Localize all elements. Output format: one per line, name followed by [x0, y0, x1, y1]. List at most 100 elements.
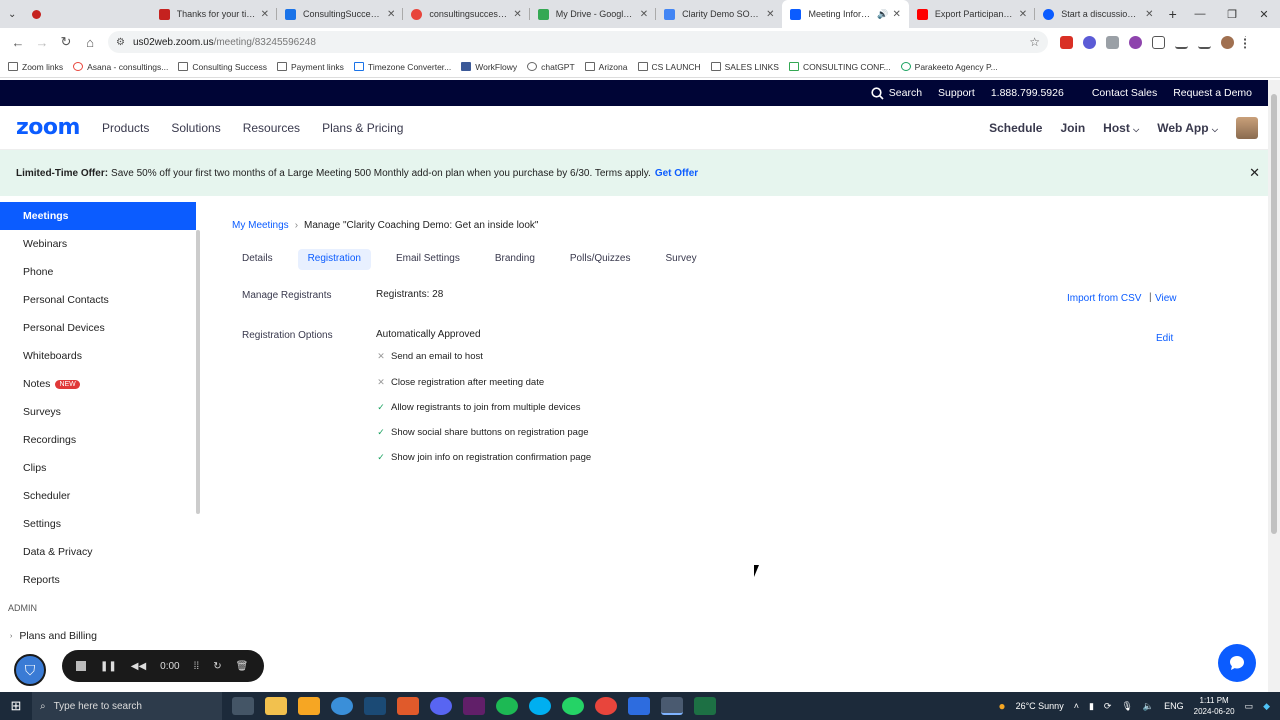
get-offer-link[interactable]: Get Offer [655, 168, 698, 179]
sidebar-item-clips[interactable]: Clips [0, 454, 196, 482]
import-csv-link[interactable]: Import from CSV [1067, 293, 1141, 304]
restart-icon[interactable]: ↻ [213, 661, 221, 672]
tab-registration[interactable]: Registration [297, 249, 371, 270]
browser-tab[interactable] [24, 0, 150, 28]
sidebar-item-settings[interactable]: Settings [0, 510, 196, 538]
skype-icon[interactable] [529, 697, 551, 715]
pause-icon[interactable]: ❚❚ [100, 661, 117, 672]
webapp-menu[interactable]: Web App ⌵ [1157, 121, 1218, 135]
sidebar-item-surveys[interactable]: Surveys [0, 398, 196, 426]
sidebar-item-personal-devices[interactable]: Personal Devices [0, 314, 196, 342]
host-menu[interactable]: Host ⌵ [1103, 121, 1139, 135]
close-icon[interactable]: ✕ [640, 9, 648, 20]
app-icon[interactable] [331, 697, 353, 715]
sync-icon[interactable]: ⟳ [1104, 701, 1112, 712]
close-icon[interactable]: ✕ [766, 9, 774, 20]
menu-kebab-icon[interactable] [1244, 35, 1248, 49]
tab-details[interactable]: Details [232, 249, 283, 270]
sidebar-scrollbar[interactable] [196, 230, 200, 514]
new-tab-button[interactable]: + [1162, 6, 1184, 22]
bookmark[interactable]: Zoom links [8, 62, 63, 72]
sidebar-item-notes[interactable]: Notes NEW [0, 370, 196, 398]
discord-icon[interactable] [430, 697, 452, 715]
file-explorer-icon[interactable] [265, 697, 287, 715]
close-icon[interactable]: ✕ [387, 9, 395, 20]
stop-icon[interactable] [76, 661, 86, 671]
sidebar-item-whiteboards[interactable]: Whiteboards [0, 342, 196, 370]
bookmark[interactable]: WorkFlowy [461, 62, 517, 72]
bookmark[interactable]: Arizona [584, 62, 628, 72]
app-tray-icon[interactable]: ◆ [1263, 701, 1270, 712]
sidebar-item-scheduler[interactable]: Scheduler [0, 482, 196, 510]
bookmark[interactable]: CS LAUNCH [637, 62, 701, 72]
browser-tab-drive[interactable]: My Drive - Google Drive ✕ [530, 0, 657, 28]
zoom-logo[interactable]: zoom [16, 115, 80, 140]
app-icon[interactable] [628, 697, 650, 715]
support-link[interactable]: Support [938, 87, 975, 99]
bookmark[interactable]: Timezone Converter... [353, 62, 451, 72]
close-window-icon[interactable]: ✕ [1248, 8, 1280, 21]
language-indicator[interactable]: ENG [1164, 701, 1184, 711]
slack-icon[interactable] [463, 697, 485, 715]
nav-resources[interactable]: Resources [243, 121, 300, 135]
schedule-link[interactable]: Schedule [989, 121, 1042, 135]
close-icon[interactable]: ✕ [892, 9, 900, 20]
pdf-extension-icon[interactable] [1060, 35, 1073, 49]
chrome-active-icon[interactable] [661, 697, 683, 715]
steam-icon[interactable] [364, 697, 386, 715]
phone-link[interactable]: 1.888.799.5926 [991, 87, 1064, 99]
tab-search-icon[interactable]: ⌄ [0, 0, 24, 28]
close-icon[interactable]: ✕ [261, 9, 269, 20]
taskbar-search[interactable]: ⌕ Type here to search [32, 692, 222, 720]
sidebar-item-reports[interactable]: Reports [0, 566, 196, 594]
shield-icon[interactable]: ⛉ [14, 654, 46, 686]
browser-tab-zoom-community[interactable]: Start a discussion - Zoo ✕ [1035, 0, 1161, 28]
app-icon[interactable] [397, 697, 419, 715]
site-info-icon[interactable]: ⚙ [116, 37, 125, 48]
minimize-icon[interactable]: — [1184, 8, 1216, 21]
join-link[interactable]: Join [1060, 121, 1085, 135]
bookmark[interactable]: chatGPT [527, 62, 575, 72]
browser-tab-meeting-info[interactable]: Meeting Information🔊 ✕ [782, 0, 909, 28]
sidebar-item-personal-contacts[interactable]: Personal Contacts [0, 286, 196, 314]
restore-icon[interactable]: ❐ [1216, 8, 1248, 21]
sidebar-item-meetings[interactable]: Meetings [0, 202, 196, 230]
bookmark[interactable]: CONSULTING CONF... [788, 62, 891, 72]
download-icon[interactable] [1198, 36, 1211, 49]
bookmark[interactable]: Parakeeto Agency P... [900, 62, 998, 72]
whatsapp-icon[interactable] [562, 697, 584, 715]
close-icon[interactable]: ✕ [513, 9, 521, 20]
nav-solutions[interactable]: Solutions [171, 121, 220, 135]
home-icon[interactable]: ⌂ [78, 35, 102, 50]
calculator-icon[interactable] [232, 697, 254, 715]
browser-tab-consulting[interactable]: ConsultingSuccess.com ✕ [277, 0, 404, 28]
trash-icon[interactable]: 🗑 [236, 661, 249, 672]
notes-app-icon[interactable] [298, 697, 320, 715]
scrollbar-thumb[interactable] [1271, 94, 1277, 534]
request-demo-link[interactable]: Request a Demo [1173, 87, 1252, 99]
tray-expand-icon[interactable]: ˄ [1074, 701, 1079, 711]
contact-sales-link[interactable]: Contact Sales [1092, 87, 1157, 99]
avatar[interactable] [1236, 116, 1258, 139]
bookmark[interactable]: Consulting Success [178, 62, 267, 72]
page-scrollbar[interactable] [1268, 80, 1280, 692]
browser-tab-gmail[interactable]: Thanks for your time to ✕ [151, 0, 278, 28]
url-field[interactable]: ⚙ us02web.zoom.us/meeting/83245596248 ☆ [108, 31, 1048, 53]
tab-survey[interactable]: Survey [655, 249, 706, 270]
breadcrumb-my-meetings[interactable]: My Meetings [232, 220, 289, 231]
spotify-icon[interactable] [496, 697, 518, 715]
close-icon[interactable]: ✕ [1019, 9, 1027, 20]
search-link[interactable]: Search [871, 86, 922, 100]
sidebar-item-data-privacy[interactable]: Data & Privacy [0, 538, 196, 566]
reload-icon[interactable]: ↻ [54, 34, 78, 50]
browser-tab-youtube[interactable]: Export Participant List fr ✕ [909, 0, 1036, 28]
tab-branding[interactable]: Branding [485, 249, 545, 270]
volume-icon[interactable]: 🔈 [1143, 701, 1154, 712]
bookmark[interactable]: SALES LINKS [710, 62, 779, 72]
chrome-icon[interactable] [595, 697, 617, 715]
close-icon[interactable]: ✕ [1249, 165, 1260, 181]
browser-tab-asana[interactable]: consultingsuccess.com✕ [403, 0, 530, 28]
sidebar-item-recordings[interactable]: Recordings [0, 426, 196, 454]
clock[interactable]: 1:11 PM 2024-06-20 [1194, 695, 1235, 717]
rewind-icon[interactable]: ◀◀ [131, 661, 146, 672]
